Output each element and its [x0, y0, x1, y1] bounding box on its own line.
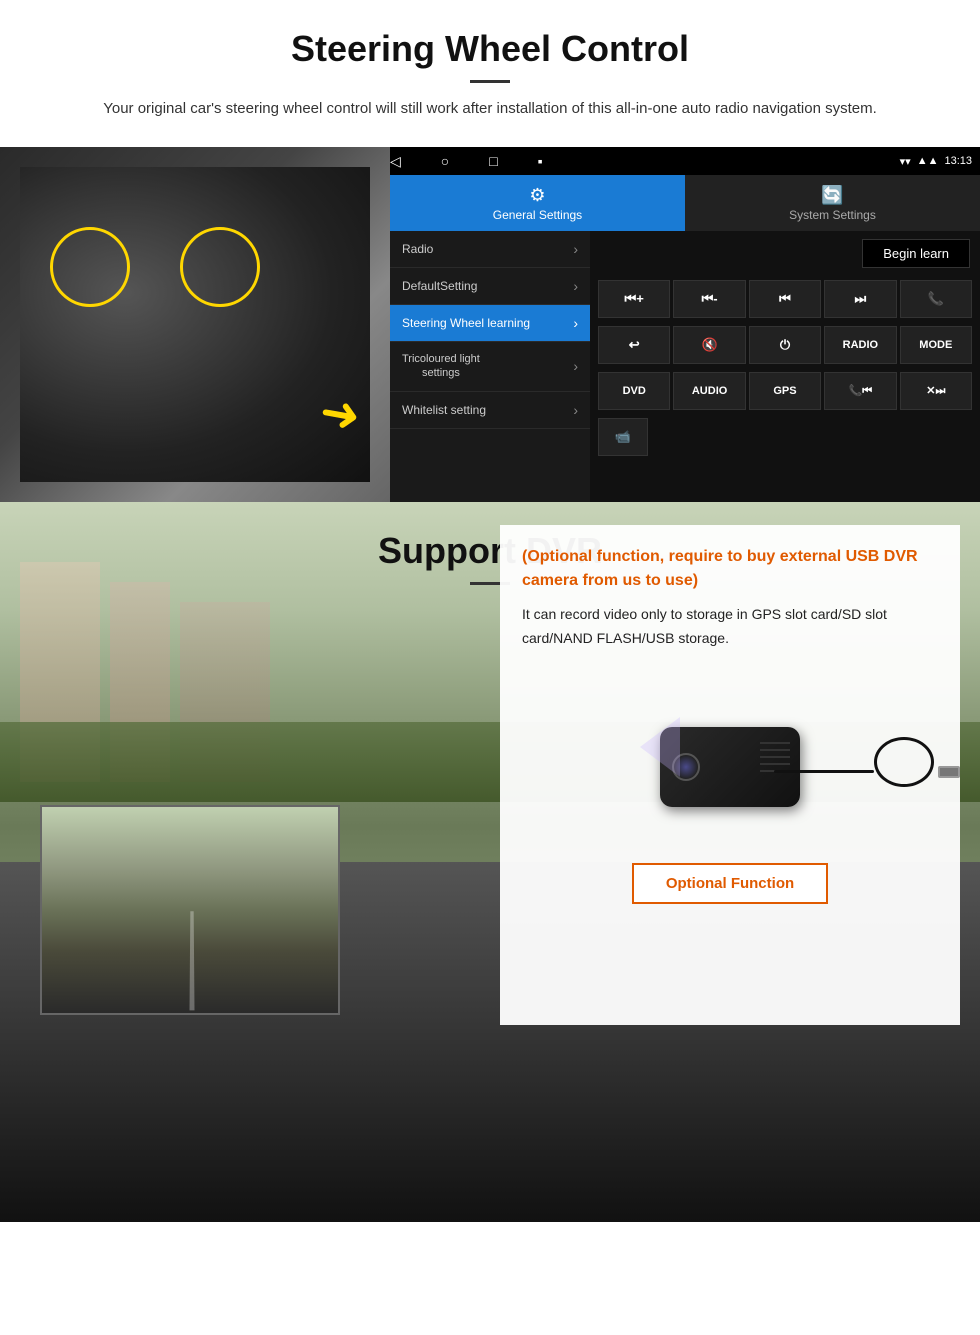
- nav-menu-icon[interactable]: ▪: [538, 153, 543, 169]
- menu-tricoloured-label: Tricoloured lightsettings: [402, 352, 480, 381]
- cable-wire: [774, 770, 874, 773]
- begin-learn-row: Begin learn: [590, 231, 980, 276]
- menu-whitelist-label: Whitelist setting: [402, 403, 486, 417]
- android-nav-bar: ◁ ○ □ ▪ ▾▾ ▲▲ 13:13: [390, 147, 980, 175]
- general-settings-icon: ⚙: [529, 185, 545, 206]
- menu-item-radio[interactable]: Radio ›: [390, 231, 590, 268]
- camera-device: [660, 727, 800, 807]
- time-display: 13:13: [944, 155, 972, 168]
- tab-general-label: General Settings: [493, 208, 582, 222]
- menu-item-whitelist[interactable]: Whitelist setting ›: [390, 392, 590, 429]
- usb-plug: [938, 766, 960, 778]
- ctrl-btn-mode[interactable]: MODE: [900, 326, 972, 364]
- dvr-camera-illustration: [522, 667, 938, 847]
- usb-cable: [774, 757, 960, 787]
- menu-item-steering-wheel[interactable]: Steering Wheel learning ›: [390, 305, 590, 342]
- dvr-description: It can record video only to storage in G…: [522, 603, 938, 651]
- dvr-camera-screenshot: [40, 805, 340, 1015]
- title-divider: [470, 80, 510, 83]
- menu-item-tricoloured[interactable]: Tricoloured lightsettings ›: [390, 342, 590, 392]
- settings-menu-list: Radio › DefaultSetting › Steering Wheel …: [390, 231, 590, 502]
- tab-system-settings[interactable]: 🔄 System Settings: [685, 175, 980, 231]
- ctrl-btn-radio[interactable]: RADIO: [824, 326, 896, 364]
- section1-title: Steering Wheel Control: [40, 28, 940, 70]
- section-dvr: Support DVR (Optional function, require …: [0, 502, 980, 1222]
- signal-icon: ▲▲: [917, 155, 939, 168]
- dvr-content-row: (Optional function, require to buy exter…: [0, 805, 980, 1045]
- ctrl-btn-x-next[interactable]: ✕⏭: [900, 372, 972, 410]
- section1-header: Steering Wheel Control Your original car…: [0, 0, 980, 131]
- menu-default-label: DefaultSetting: [402, 279, 477, 293]
- control-grid-row3: DVD AUDIO GPS 📞⏮ ✕⏭: [590, 368, 980, 414]
- android-tabs: ⚙ General Settings 🔄 System Settings: [390, 175, 980, 231]
- light-beam: [640, 717, 680, 777]
- highlight-circle-right: [180, 227, 260, 307]
- tab-system-label: System Settings: [789, 208, 876, 222]
- ctrl-btn-prev[interactable]: ⏮: [749, 280, 821, 318]
- dvr-optional-title: (Optional function, require to buy exter…: [522, 545, 938, 593]
- nav-recent-icon[interactable]: □: [489, 153, 497, 169]
- menu-default-chevron: ›: [573, 278, 578, 294]
- ctrl-btn-camera[interactable]: 📹: [598, 418, 648, 456]
- dvr-section-inner: Support DVR (Optional function, require …: [0, 502, 980, 1045]
- vent-2: [760, 749, 790, 751]
- ctrl-btn-gps[interactable]: GPS: [749, 372, 821, 410]
- menu-item-default-setting[interactable]: DefaultSetting ›: [390, 268, 590, 305]
- vent-1: [760, 742, 790, 744]
- road-marking: [190, 912, 195, 1011]
- control-grid-row4: 📹: [590, 414, 980, 460]
- ctrl-btn-back[interactable]: ↩: [598, 326, 670, 364]
- optional-function-button[interactable]: Optional Function: [632, 863, 828, 904]
- section-steering-wheel: Steering Wheel Control Your original car…: [0, 0, 980, 502]
- begin-learn-button[interactable]: Begin learn: [862, 239, 970, 268]
- ctrl-btn-vol-down[interactable]: ⏮-: [673, 280, 745, 318]
- nav-back-icon[interactable]: ◁: [390, 153, 401, 170]
- nav-home-icon[interactable]: ○: [441, 153, 449, 169]
- android-ui: ◁ ○ □ ▪ ▾▾ ▲▲ 13:13 ⚙ General Settings 🔄: [390, 147, 980, 502]
- dvr-info-box: (Optional function, require to buy exter…: [500, 525, 960, 1025]
- control-grid-row1: ⏮+ ⏮- ⏮ ⏭ 📞: [590, 276, 980, 322]
- steering-wheel-image: ➜: [0, 147, 390, 502]
- menu-radio-label: Radio: [402, 242, 433, 256]
- menu-steering-chevron: ›: [573, 315, 578, 331]
- wifi-icon: ▾▾: [900, 155, 911, 168]
- menu-tricoloured-chevron: ›: [573, 358, 578, 374]
- ctrl-btn-vol-up[interactable]: ⏮+: [598, 280, 670, 318]
- ctrl-btn-phone[interactable]: 📞: [900, 280, 972, 318]
- cable-coil: [874, 737, 934, 787]
- ctrl-btn-audio[interactable]: AUDIO: [673, 372, 745, 410]
- menu-steering-label: Steering Wheel learning: [402, 316, 530, 330]
- menu-whitelist-chevron: ›: [573, 402, 578, 418]
- ctrl-btn-dvd[interactable]: DVD: [598, 372, 670, 410]
- ctrl-btn-power[interactable]: ⏻: [749, 326, 821, 364]
- android-content: Radio › DefaultSetting › Steering Wheel …: [390, 231, 980, 502]
- control-grid-row2: ↩ 🔇 ⏻ RADIO MODE: [590, 322, 980, 368]
- ctrl-btn-next[interactable]: ⏭: [824, 280, 896, 318]
- car-panel: ➜ ◁ ○ □ ▪ ▾▾ ▲▲ 13:13 ⚙ General Setting: [0, 147, 980, 502]
- ctrl-btn-mute[interactable]: 🔇: [673, 326, 745, 364]
- steering-wheel-control-panel: Begin learn ⏮+ ⏮- ⏮ ⏭ 📞 ↩ 🔇 ⏻: [590, 231, 980, 502]
- section1-subtitle: Your original car's steering wheel contr…: [80, 97, 900, 121]
- menu-radio-chevron: ›: [573, 241, 578, 257]
- ctrl-btn-phone-prev[interactable]: 📞⏮: [824, 372, 896, 410]
- tab-general-settings[interactable]: ⚙ General Settings: [390, 175, 685, 231]
- highlight-circle-left: [50, 227, 130, 307]
- system-settings-icon: 🔄: [821, 185, 843, 206]
